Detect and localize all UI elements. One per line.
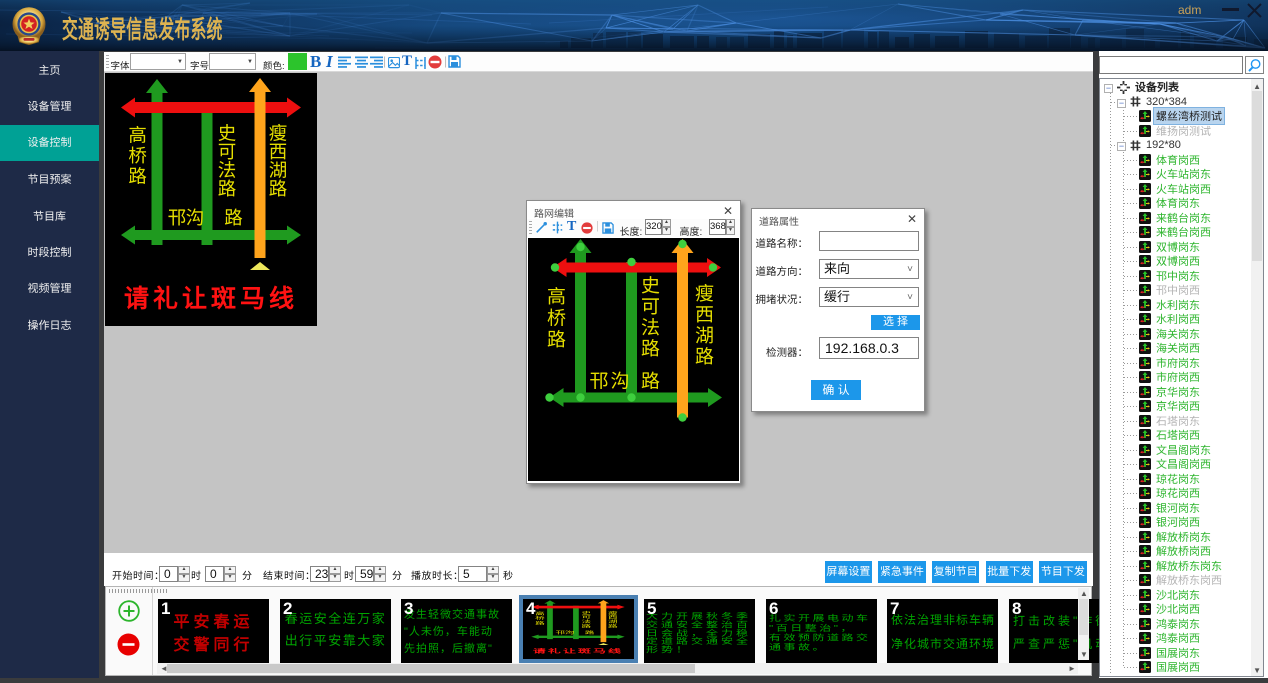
- svg-text:邗: 邗: [556, 630, 566, 635]
- svg-text:高: 高: [535, 611, 545, 616]
- svg-text:高: 高: [128, 125, 147, 146]
- svg-text:桥: 桥: [128, 145, 147, 166]
- svg-text:沟: 沟: [185, 207, 204, 228]
- svg-text:请礼让斑马线: 请礼让斑马线: [533, 648, 623, 655]
- svg-text:邗: 邗: [167, 207, 186, 228]
- svg-text:法: 法: [641, 318, 660, 339]
- svg-text:沟: 沟: [610, 371, 629, 392]
- svg-text:路: 路: [585, 630, 595, 635]
- svg-text:湖: 湖: [695, 326, 714, 347]
- svg-text:路: 路: [535, 620, 545, 625]
- svg-text:路: 路: [695, 347, 714, 368]
- svg-text:路: 路: [547, 330, 566, 351]
- svg-text:瘦: 瘦: [695, 283, 714, 305]
- svg-text:路: 路: [128, 166, 147, 187]
- svg-text:桥: 桥: [535, 616, 545, 621]
- svg-text:请礼让斑马线: 请礼让斑马线: [123, 285, 297, 313]
- svg-text:路: 路: [608, 623, 618, 628]
- svg-text:邗: 邗: [589, 371, 608, 392]
- svg-text:路: 路: [224, 207, 243, 228]
- svg-text:桥: 桥: [547, 308, 566, 329]
- svg-text:路: 路: [641, 371, 660, 392]
- svg-text:路: 路: [217, 178, 236, 199]
- svg-text:路: 路: [268, 178, 287, 199]
- svg-text:高: 高: [547, 287, 566, 308]
- svg-text:沟: 沟: [565, 630, 575, 635]
- svg-text:路: 路: [641, 339, 660, 360]
- svg-text:路: 路: [582, 623, 592, 628]
- svg-text:西: 西: [695, 305, 714, 326]
- svg-text:史: 史: [641, 276, 660, 297]
- svg-text:可: 可: [641, 297, 660, 318]
